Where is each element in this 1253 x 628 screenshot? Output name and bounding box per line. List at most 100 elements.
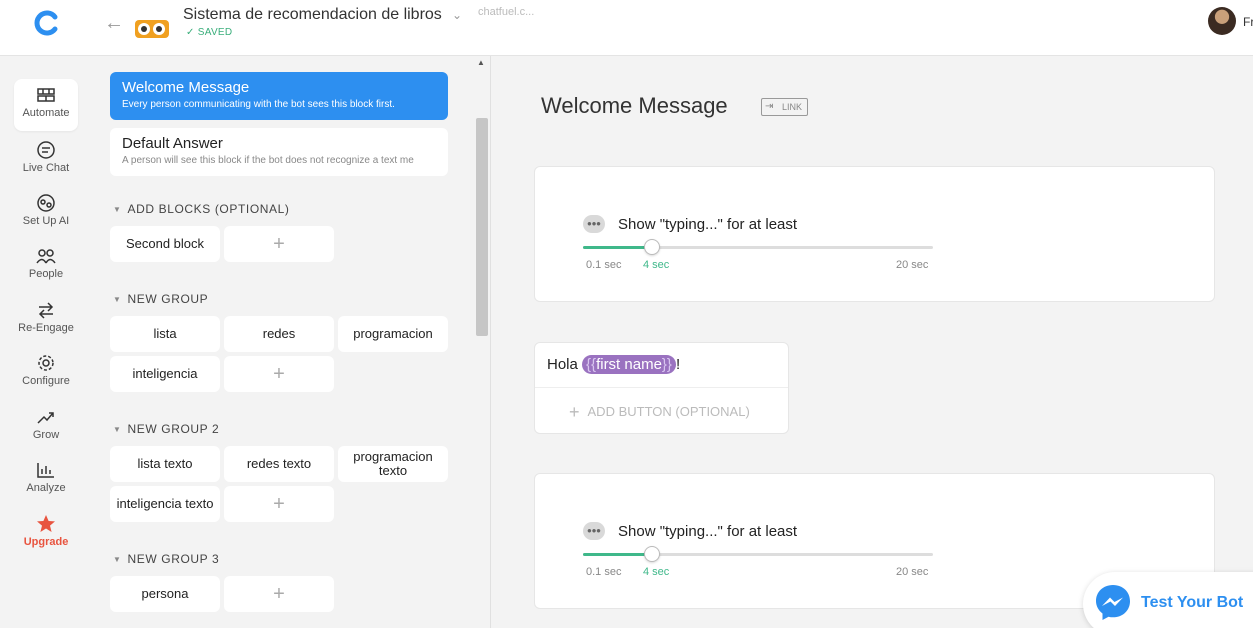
slider-fill xyxy=(583,553,652,556)
typing-row: ••• Show "typing..." for at least xyxy=(583,215,797,233)
nav-automate[interactable]: Automate xyxy=(14,79,78,131)
test-bot-label: Test Your Bot xyxy=(1141,594,1244,611)
block-title: Default Answer xyxy=(122,135,223,152)
slider-max-label: 20 sec xyxy=(896,259,929,271)
link-icon: ⇥ xyxy=(765,101,774,112)
nav-label: Configure xyxy=(22,375,70,387)
nav-label: Grow xyxy=(32,429,60,441)
block-item[interactable]: redes texto xyxy=(224,446,334,482)
add-button-label: ADD BUTTON (OPTIONAL) xyxy=(587,404,750,419)
nav-grow[interactable]: Grow xyxy=(14,401,78,453)
block-item[interactable]: redes xyxy=(224,316,334,352)
nav-label: Analyze xyxy=(26,482,66,494)
block-item[interactable]: Second block xyxy=(110,226,220,262)
group-header[interactable]: ▼ NEW GROUP 3 xyxy=(113,552,219,566)
typing-slider[interactable] xyxy=(583,546,933,562)
add-block-button[interactable]: + xyxy=(224,356,334,392)
nav-label: Re-Engage xyxy=(18,322,74,334)
block-item[interactable]: inteligencia xyxy=(110,356,220,392)
block-subtitle: A person will see this block if the bot … xyxy=(122,155,414,166)
nav-analyze[interactable]: Analyze xyxy=(14,454,78,506)
left-nav: Automate Live Chat Set Up AI People Re-E… xyxy=(0,56,92,628)
add-block-button[interactable]: + xyxy=(224,226,334,262)
typing-card: ••• Show "typing..." for at least 0.1 se… xyxy=(534,166,1215,302)
slider-value-label: 4 sec xyxy=(643,566,670,578)
scroll-up-icon[interactable]: ▲ xyxy=(477,58,485,67)
bot-url[interactable]: chatfuel.c... xyxy=(478,6,534,18)
user-name[interactable]: Fr xyxy=(1243,15,1253,29)
bot-avatar-icon xyxy=(135,20,169,38)
block-item[interactable]: programacion xyxy=(338,316,448,352)
triangle-down-icon: ▼ xyxy=(113,425,122,434)
ai-icon xyxy=(37,194,55,212)
reengage-icon xyxy=(38,302,54,319)
card-divider xyxy=(535,387,788,388)
block-item[interactable]: inteligencia texto xyxy=(110,486,220,522)
link-button[interactable]: ⇥ LINK xyxy=(761,98,808,116)
block-subtitle: Every person communicating with the bot … xyxy=(122,99,395,110)
automate-icon xyxy=(37,88,55,102)
user-avatar[interactable] xyxy=(1208,7,1236,35)
analyze-icon xyxy=(37,463,54,478)
block-title: Welcome Message xyxy=(122,79,250,96)
group-title: NEW GROUP 3 xyxy=(127,552,220,566)
add-block-button[interactable]: + xyxy=(224,486,334,522)
bot-title[interactable]: Sistema de recomendacion de libros xyxy=(183,6,442,24)
nav-label: Upgrade xyxy=(23,536,69,548)
nav-re-engage[interactable]: Re-Engage xyxy=(14,294,78,346)
block-welcome-message[interactable]: Welcome Message Every person communicati… xyxy=(110,72,448,120)
chat-icon xyxy=(37,141,55,159)
typing-label: Show "typing..." for at least xyxy=(618,215,798,233)
message-prefix: Hola xyxy=(547,356,583,373)
block-item[interactable]: lista texto xyxy=(110,446,220,482)
message-suffix: ! xyxy=(675,356,681,373)
slider-handle[interactable] xyxy=(644,546,660,562)
add-button-option[interactable]: + ADD BUTTON (OPTIONAL) xyxy=(569,402,750,423)
top-bar: ← Sistema de recomendacion de libros ⌄ ✓… xyxy=(0,0,1253,56)
group-header[interactable]: ▼ NEW GROUP xyxy=(113,292,208,306)
group-header[interactable]: ▼ ADD BLOCKS (OPTIONAL) xyxy=(113,202,290,216)
grow-icon xyxy=(37,412,54,424)
slider-max-label: 20 sec xyxy=(896,566,929,578)
add-block-button[interactable]: + xyxy=(224,576,334,612)
scrollbar-thumb[interactable] xyxy=(476,118,488,336)
attribute-name: first name xyxy=(596,356,662,373)
saved-status: ✓ SAVED xyxy=(186,27,233,38)
nav-label: Live Chat xyxy=(22,162,70,174)
typing-dots-icon: ••• xyxy=(583,215,605,233)
link-label: LINK xyxy=(782,102,803,112)
block-default-answer[interactable]: Default Answer A person will see this bl… xyxy=(110,128,448,176)
typing-slider[interactable] xyxy=(583,239,933,255)
block-item[interactable]: programacion texto xyxy=(338,446,448,482)
message-text[interactable]: Hola {{first name}}! xyxy=(547,355,681,374)
plus-icon: + xyxy=(569,402,580,422)
group-title: ADD BLOCKS (OPTIONAL) xyxy=(127,202,290,216)
block-item[interactable]: lista xyxy=(110,316,220,352)
slider-min-label: 0.1 sec xyxy=(586,566,622,578)
nav-upgrade[interactable]: Upgrade xyxy=(14,508,78,560)
slider-min-label: 0.1 sec xyxy=(586,259,622,271)
slider-value-label: 4 sec xyxy=(643,259,670,271)
nav-set-up-ai[interactable]: Set Up AI xyxy=(14,187,78,239)
nav-configure[interactable]: Configure xyxy=(14,347,78,399)
typing-row: ••• Show "typing..." for at least xyxy=(583,522,797,540)
group-title: NEW GROUP 2 xyxy=(127,422,220,436)
nav-people[interactable]: People xyxy=(14,240,78,292)
gear-icon xyxy=(38,355,54,371)
group-header[interactable]: ▼ NEW GROUP 2 xyxy=(113,422,219,436)
chatfuel-logo-icon[interactable] xyxy=(33,9,61,37)
nav-label: Set Up AI xyxy=(22,215,70,227)
typing-dots-icon: ••• xyxy=(583,522,605,540)
back-arrow-icon[interactable]: ← xyxy=(104,12,124,35)
slider-handle[interactable] xyxy=(644,239,660,255)
attribute-chip[interactable]: {{first name}} xyxy=(582,355,676,374)
messenger-icon xyxy=(1096,585,1130,620)
block-item[interactable]: persona xyxy=(110,576,220,612)
text-card[interactable]: Hola {{first name}}! + ADD BUTTON (OPTION… xyxy=(534,342,789,434)
nav-label: Automate xyxy=(22,107,70,119)
typing-label: Show "typing..." for at least xyxy=(618,522,798,540)
chevron-down-icon[interactable]: ⌄ xyxy=(452,8,462,22)
nav-live-chat[interactable]: Live Chat xyxy=(14,134,78,186)
test-your-bot-button[interactable]: Test Your Bot xyxy=(1083,572,1253,628)
triangle-down-icon: ▼ xyxy=(113,555,122,564)
